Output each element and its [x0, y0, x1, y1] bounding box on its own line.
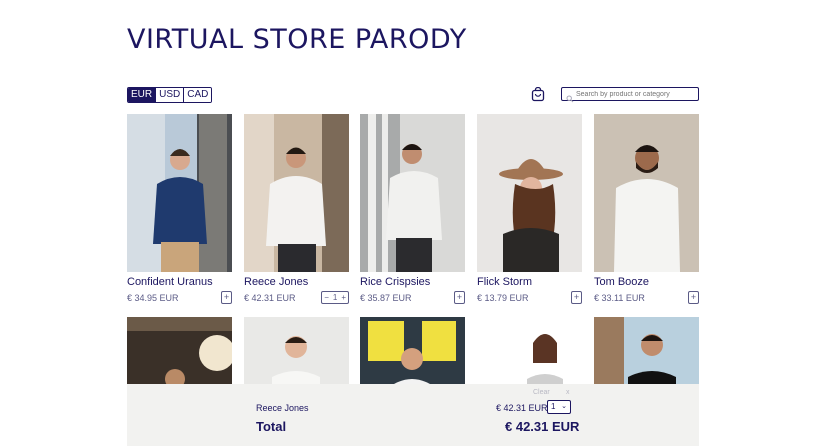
product-name: Reece Jones: [244, 276, 309, 288]
product-image[interactable]: [477, 114, 582, 272]
product-image[interactable]: [127, 317, 232, 384]
product-name: Confident Uranus: [127, 276, 213, 288]
quantity-value: 1: [332, 293, 338, 302]
cart-total-value: € 42.31 EUR: [505, 419, 580, 434]
product-card[interactable]: Tom Booze € 33.11 EUR +: [594, 114, 699, 304]
product-price: € 42.31 EUR: [244, 293, 296, 303]
add-to-cart-button[interactable]: +: [221, 291, 232, 304]
decrement-button[interactable]: −: [322, 292, 331, 303]
product-price: € 35.87 EUR: [360, 293, 412, 303]
currency-usd-button[interactable]: USD: [156, 88, 185, 102]
product-image[interactable]: [477, 317, 582, 384]
product-price: € 33.11 EUR: [594, 293, 645, 303]
search-input[interactable]: [561, 87, 699, 101]
currency-switcher: EUR USD CAD: [127, 87, 213, 103]
product-image[interactable]: [244, 317, 349, 384]
currency-cad-button[interactable]: CAD: [184, 88, 212, 102]
product-image[interactable]: [594, 114, 699, 272]
add-to-cart-button[interactable]: +: [571, 291, 582, 304]
cart-item-price: € 42.31 EUR: [496, 403, 548, 413]
product-image[interactable]: [594, 317, 699, 384]
product-card[interactable]: Confident Uranus € 34.95 EUR +: [127, 114, 232, 304]
close-cart-button[interactable]: x: [566, 389, 570, 396]
product-image[interactable]: [360, 114, 465, 272]
add-to-cart-button[interactable]: +: [688, 291, 699, 304]
product-price: € 34.95 EUR: [127, 293, 179, 303]
quantity-value: 1: [551, 402, 556, 411]
page-title: VIRTUAL STORE PARODY: [127, 24, 467, 55]
product-image[interactable]: [360, 317, 465, 384]
product-price: € 13.79 EUR: [477, 293, 529, 303]
product-name: Flick Storm: [477, 276, 532, 288]
clear-cart-button[interactable]: Clear: [533, 389, 550, 396]
search-icon: [566, 90, 574, 103]
product-card[interactable]: Flick Storm € 13.79 EUR +: [477, 114, 582, 304]
product-card[interactable]: Rice Crispsies € 35.87 EUR +: [360, 114, 465, 304]
currency-eur-button[interactable]: EUR: [128, 88, 157, 102]
quantity-stepper[interactable]: − 1 +: [321, 291, 349, 304]
product-image[interactable]: [127, 114, 232, 272]
cart-quantity-select[interactable]: 1 ⌄: [547, 400, 571, 414]
cart-total-label: Total: [256, 419, 287, 434]
product-name: Rice Crispsies: [360, 276, 431, 288]
increment-button[interactable]: +: [339, 292, 348, 303]
product-name: Tom Booze: [594, 276, 650, 288]
product-card[interactable]: Reece Jones € 42.31 EUR − 1 +: [244, 114, 349, 304]
add-to-cart-button[interactable]: +: [454, 291, 465, 304]
chevron-down-icon: ⌄: [561, 403, 567, 410]
cart-item-name: Reece Jones: [256, 403, 309, 413]
cart-icon[interactable]: [531, 86, 545, 102]
product-image[interactable]: [244, 114, 349, 272]
cart-panel: [127, 384, 699, 446]
